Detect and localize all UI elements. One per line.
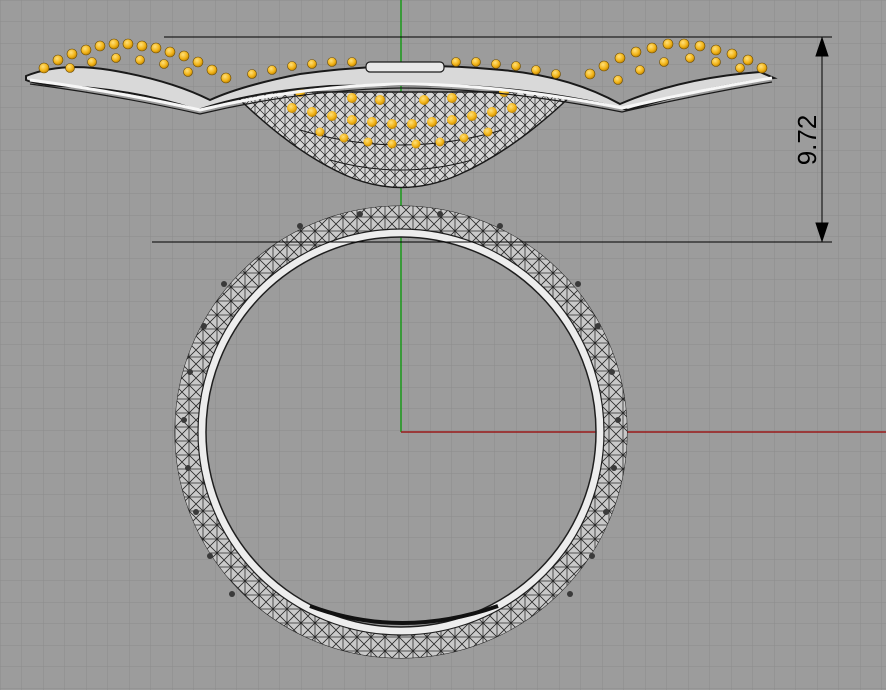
- center-setting: [365, 61, 445, 73]
- dimension-value: 9.72: [792, 115, 822, 166]
- viewport-canvas[interactable]: 9.72: [0, 0, 886, 690]
- rhino-front-viewport[interactable]: 9.72: [0, 0, 886, 690]
